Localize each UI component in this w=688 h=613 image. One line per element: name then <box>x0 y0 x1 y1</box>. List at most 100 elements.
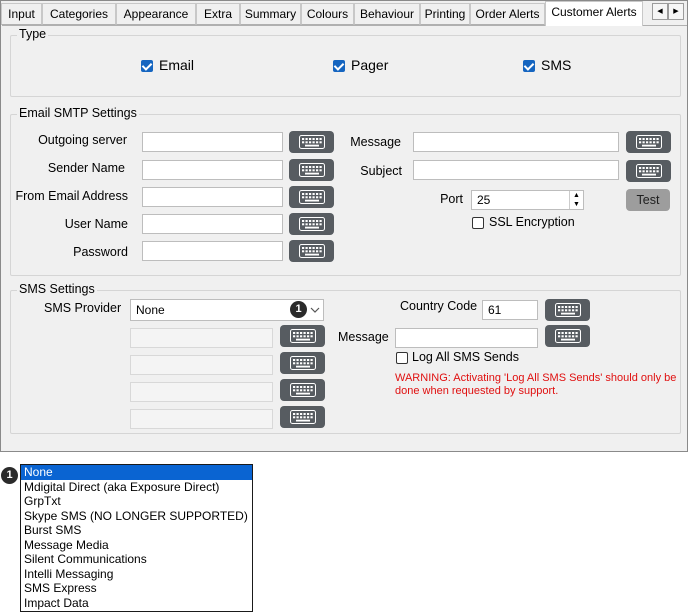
provider-option[interactable]: Skype SMS (NO LONGER SUPPORTED) <box>21 509 252 524</box>
tab-categories[interactable]: Categories <box>42 3 116 25</box>
sms-provider-dropdown-list: None Mdigital Direct (aka Exposure Direct… <box>20 464 253 612</box>
sms-message-label: Message <box>338 330 389 344</box>
chevron-left-icon: ◀ <box>657 8 663 15</box>
log-all-sms-checkbox[interactable] <box>396 352 408 364</box>
password-label: Password <box>73 245 128 259</box>
sms-warning-line-1: WARNING: Activating 'Log All SMS Sends' … <box>395 372 677 384</box>
country-code-label: Country Code <box>400 299 478 313</box>
callout-badge-list: 1 <box>1 467 18 484</box>
pager-checkbox[interactable] <box>333 60 345 72</box>
keyboard-icon <box>554 303 581 317</box>
tab-appearance[interactable]: Appearance <box>116 3 196 25</box>
message-field[interactable] <box>413 132 619 152</box>
provider-option[interactable]: Message Media <box>21 538 252 553</box>
provider-option[interactable]: Impact Data <box>21 596 252 611</box>
sms-warning-line-2: done when requested by support. <box>395 385 559 397</box>
subject-field[interactable] <box>413 160 619 180</box>
sms-credential-field-1 <box>130 328 273 348</box>
sms-message-keyboard-button[interactable] <box>545 325 590 347</box>
keyboard-icon <box>298 190 325 204</box>
port-spinner[interactable]: 25 ▲ ▼ <box>471 190 584 210</box>
keyboard-icon <box>298 163 325 177</box>
sms-credential-field-3 <box>130 382 273 402</box>
provider-option[interactable]: SMS Express <box>21 581 252 596</box>
ssl-encryption-label: SSL Encryption <box>489 215 575 229</box>
tab-colours[interactable]: Colours <box>301 3 354 25</box>
sms-credential-3-keyboard-button[interactable] <box>280 379 325 401</box>
tab-customer-alerts[interactable]: Customer Alerts <box>545 1 643 26</box>
sms-checkbox-label: SMS <box>541 57 572 73</box>
outgoing-server-field[interactable] <box>142 132 283 152</box>
email-checkbox-label: Email <box>159 57 195 73</box>
chevron-up-icon: ▲ <box>573 192 580 199</box>
sms-message-field[interactable] <box>395 328 538 348</box>
tab-bar: Input Categories Appearance Extra Summar… <box>1 1 687 26</box>
keyboard-icon <box>289 356 316 370</box>
chevron-down-icon: ▼ <box>573 201 580 208</box>
outgoing-server-keyboard-button[interactable] <box>289 131 334 153</box>
country-code-field[interactable]: 61 <box>482 300 538 320</box>
subject-keyboard-button[interactable] <box>626 160 671 182</box>
tab-order-alerts[interactable]: Order Alerts <box>470 3 545 25</box>
from-email-label: From Email Address <box>15 189 128 203</box>
sms-provider-label: SMS Provider <box>44 301 122 315</box>
keyboard-icon <box>298 135 325 149</box>
customer-alerts-panel: Type Email Pager SMS Email SMTP Settings… <box>2 25 687 451</box>
password-keyboard-button[interactable] <box>289 240 334 262</box>
sender-name-label: Sender Name <box>47 161 125 175</box>
provider-option[interactable]: Silent Communications <box>21 552 252 567</box>
sms-credential-field-4 <box>130 409 273 429</box>
chevron-down-icon <box>310 304 320 314</box>
port-up-button[interactable]: ▲ <box>569 191 583 200</box>
customer-alerts-window: Input Categories Appearance Extra Summar… <box>0 0 688 452</box>
keyboard-icon <box>289 410 316 424</box>
sms-credential-4-keyboard-button[interactable] <box>280 406 325 428</box>
from-email-keyboard-button[interactable] <box>289 186 334 208</box>
tab-summary[interactable]: Summary <box>240 3 301 25</box>
keyboard-icon <box>554 329 581 343</box>
tab-behaviour[interactable]: Behaviour <box>354 3 420 25</box>
password-field[interactable] <box>142 241 283 261</box>
user-name-label: User Name <box>64 217 128 231</box>
sms-credential-2-keyboard-button[interactable] <box>280 352 325 374</box>
chevron-right-icon: ▶ <box>673 8 679 15</box>
keyboard-icon <box>635 135 662 149</box>
type-group: Type <box>10 27 681 97</box>
keyboard-icon <box>635 164 662 178</box>
email-checkbox[interactable] <box>141 60 153 72</box>
tab-scroll-right-button[interactable]: ▶ <box>668 3 684 20</box>
tab-input[interactable]: Input <box>1 3 42 25</box>
sender-name-field[interactable] <box>142 160 283 180</box>
email-smtp-group-title: Email SMTP Settings <box>17 106 139 120</box>
sms-checkbox[interactable] <box>523 60 535 72</box>
callout-badge: 1 <box>290 301 307 318</box>
from-email-field[interactable] <box>142 187 283 207</box>
country-code-keyboard-button[interactable] <box>545 299 590 321</box>
provider-option[interactable]: Mdigital Direct (aka Exposure Direct) <box>21 480 252 495</box>
user-name-field[interactable] <box>142 214 283 234</box>
sms-credential-field-2 <box>130 355 273 375</box>
sms-credential-1-keyboard-button[interactable] <box>280 325 325 347</box>
provider-option[interactable]: None <box>21 465 252 480</box>
pager-checkbox-label: Pager <box>351 57 389 73</box>
message-label: Message <box>350 135 401 149</box>
ssl-encryption-checkbox[interactable] <box>472 217 484 229</box>
sender-name-keyboard-button[interactable] <box>289 159 334 181</box>
log-all-sms-label: Log All SMS Sends <box>412 350 520 364</box>
provider-option[interactable]: GrpTxt <box>21 494 252 509</box>
test-button[interactable]: Test <box>626 189 670 211</box>
keyboard-icon <box>298 244 325 258</box>
type-group-title: Type <box>17 27 49 41</box>
keyboard-icon <box>289 383 316 397</box>
tab-extra[interactable]: Extra <box>196 3 240 25</box>
port-down-button[interactable]: ▼ <box>569 200 583 209</box>
port-label: Port <box>440 192 463 206</box>
tab-printing[interactable]: Printing <box>420 3 470 25</box>
user-name-keyboard-button[interactable] <box>289 213 334 235</box>
outgoing-server-label: Outgoing server <box>38 133 127 147</box>
subject-label: Subject <box>360 164 402 178</box>
message-keyboard-button[interactable] <box>626 131 671 153</box>
tab-scroll-left-button[interactable]: ◀ <box>652 3 668 20</box>
provider-option[interactable]: Burst SMS <box>21 523 252 538</box>
provider-option[interactable]: Intelli Messaging <box>21 567 252 582</box>
